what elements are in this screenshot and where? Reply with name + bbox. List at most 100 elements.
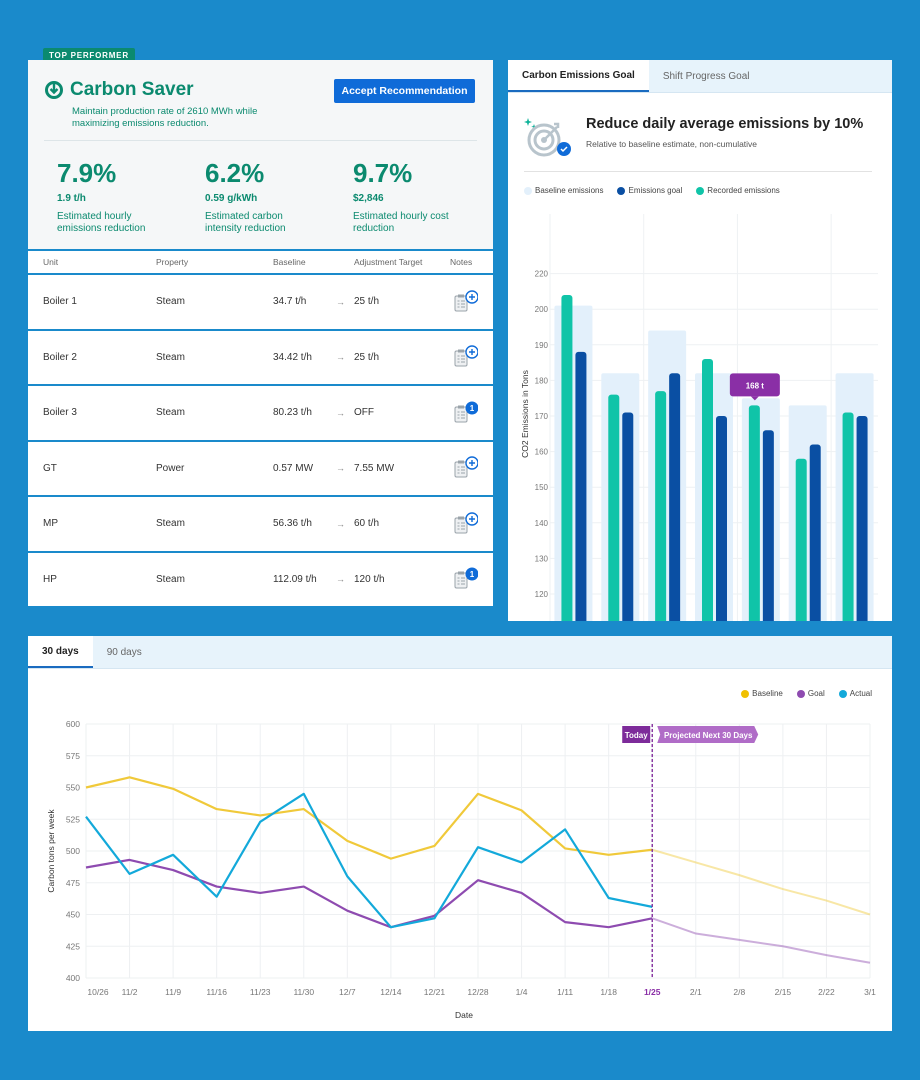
x-axis-label: Date [455,1010,473,1020]
y-tick-label: 425 [66,941,80,951]
cell-baseline: 80.23 t/h [273,407,312,419]
y-tick-label: 200 [535,305,549,314]
goal-card: Carbon Emissions Goal Shift Progress Goa… [508,60,892,621]
metric-percent: 7.9% [57,158,117,188]
goal-bar [669,373,681,621]
legend-dot [617,186,626,195]
arrow-icon: → [336,518,345,529]
legend-dot [524,186,532,195]
y-tick-label: 120 [535,590,549,599]
x-tick-label: 11/30 [293,987,314,997]
y-tick-label: 150 [535,483,549,492]
line-actual [85,792,653,929]
carbon-saver-icon [45,81,63,99]
y-tick-label: 140 [535,519,549,528]
x-tick-label: 12/21 [424,987,446,997]
cell-baseline: 0.57 MW [273,462,314,474]
header-unit: Unit [43,257,59,267]
tab-shift-progress-goal[interactable]: Shift Progress Goal [649,60,764,92]
y-tick-label: 400 [66,973,80,983]
emissions-bar-chart: 120130140150160170180190200220SunMonTues… [520,214,878,621]
metric-emissions: 7.9% 1.9 t/h Estimated hourly emissions re… [57,158,167,235]
header-baseline: Baseline [273,257,306,267]
tab-carbon-emissions-goal[interactable]: Carbon Emissions Goal [508,60,649,92]
metric-value: $2,846 [353,193,384,204]
divider [44,140,477,141]
add-note-icon[interactable] [452,290,478,314]
summary-section: Carbon Saver Maintain production rate of… [28,60,493,251]
goal-bar [809,444,821,621]
line-goal [85,858,653,929]
table-row: MP Steam 56.36 t/h → 60 t/h [28,497,493,553]
card-subtitle: Maintain production rate of 2610 MWh whi… [72,106,258,129]
metric-percent: 9.7% [353,158,413,188]
bar-legend: Baseline emissions Emissions goal Record… [524,186,780,195]
x-tick-label: 12/7 [339,987,356,997]
x-tick-label: 2/1 [690,987,702,997]
metric-value: 1.9 t/h [57,193,86,204]
y-tick-label: 500 [66,846,80,856]
goal-bar [716,416,727,621]
legend-label: Baseline emissions [535,186,604,195]
cell-baseline: 112.09 t/h [273,573,317,585]
metric-label: Estimated hourly cost reduction [353,211,449,234]
goal-bar [622,412,634,621]
legend-label: Recorded emissions [707,186,780,195]
add-note-icon[interactable] [452,456,478,480]
table-row: HP Steam 112.09 t/h → 120 t/h 1 [28,552,493,608]
y-tick-label: 575 [66,751,80,761]
recorded-bar [608,394,620,621]
x-tick-label: 1/4 [516,987,528,997]
title-text: Carbon Saver [70,79,194,100]
x-tick-label: 2/22 [818,987,835,997]
baseline-bar [554,305,593,621]
table-row: Boiler 3 Steam 80.23 t/h → OFF 1 [28,386,493,442]
x-tick-label: 11/9 [165,987,181,997]
header-notes: Notes [450,257,473,267]
projected-line-baseline [651,848,871,916]
add-note-icon[interactable] [452,512,478,536]
cell-baseline: 34.42 t/h [273,351,312,363]
x-tick-label: 3/1 [864,987,876,997]
x-tick-label: 10/26 [87,987,109,997]
baseline-bar [835,373,874,621]
cell-property: Steam [156,351,185,363]
arrow-icon: → [336,407,345,418]
recorded-bar [795,458,807,621]
recommendation-card: Carbon Saver Maintain production rate of… [28,60,493,621]
arrow-icon: → [336,296,345,307]
arrow-icon: → [336,352,345,363]
legend-dot [696,186,705,195]
goal-title: Reduce daily average emissions by 10% [586,116,864,132]
legend-label: Emissions goal [628,186,683,195]
recorded-bar [702,359,713,621]
legend-baseline[interactable]: Baseline emissions [524,186,603,195]
notes-badge-icon[interactable]: 1 [452,567,478,591]
metric-label: Estimated carbon intensity reduction [205,211,286,234]
goal-bar [856,416,868,621]
goal-tabs: Carbon Emissions Goal Shift Progress Goa… [508,60,892,93]
baseline-bar [741,398,780,621]
cell-unit: Boiler 1 [43,296,77,308]
metric-label: Estimated hourly emissions reduction [57,211,146,234]
cell-property: Power [156,462,185,474]
notes-badge-icon[interactable]: 1 [452,401,478,425]
cell-property: Steam [156,296,185,308]
cell-target: 60 t/h [354,518,380,530]
arrow-icon: → [336,463,345,474]
x-tick-label: 2/15 [775,987,792,997]
cell-property: Steam [156,407,185,419]
y-tick-label: 170 [535,412,549,421]
legend-goal[interactable]: Emissions goal [617,186,682,195]
x-tick-label: 2/8 [733,987,745,997]
y-axis-label: Carbon tons per week [46,809,56,893]
add-note-icon[interactable] [452,345,478,369]
accept-recommendation-button[interactable]: Accept Recommendation [334,79,475,103]
recorded-bar [842,412,854,621]
legend-recorded[interactable]: Recorded emissions [696,186,780,195]
x-tick-label: 1/25 [644,987,661,997]
trend-card: 30 days 90 days Baseline Goal Actual 400… [28,636,892,1031]
header-target: Adjustment Target [354,257,423,267]
cell-target: 25 t/h [354,351,380,363]
projected-label: Projected Next 30 Days [664,731,753,740]
